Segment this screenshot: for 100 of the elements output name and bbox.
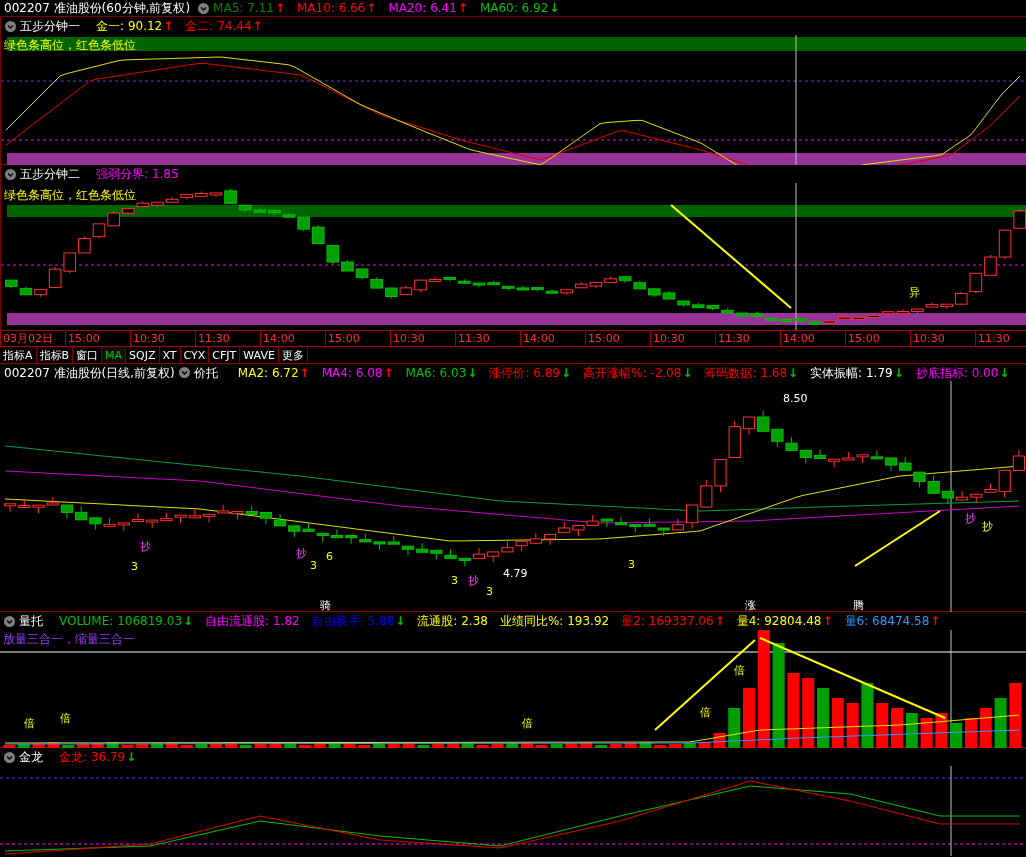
indicator-tab[interactable]: CYX xyxy=(180,347,210,363)
candlestick xyxy=(430,549,443,560)
indicator-value: MA6: 6.03 xyxy=(405,364,467,382)
indicator-value: MA10: 6.66 xyxy=(296,0,366,17)
candlestick xyxy=(941,490,954,505)
indicator-value: 流通股: 2.38 xyxy=(417,613,488,630)
time-axis-label: 15:00 xyxy=(65,331,130,346)
trend-arrow: ↓ xyxy=(549,0,560,17)
candlestick xyxy=(259,512,272,525)
candlestick xyxy=(648,288,661,298)
candlestick xyxy=(131,513,145,522)
candlestick xyxy=(529,532,542,544)
collapse-icon[interactable] xyxy=(178,367,190,378)
collapse-icon[interactable] xyxy=(5,20,16,32)
candlestick xyxy=(316,532,329,542)
time-axis-label: 15:00 xyxy=(585,331,650,346)
chart-label: 6 xyxy=(326,551,333,562)
candlestick xyxy=(444,548,457,559)
indicator-value: 自由换手: 5.88 xyxy=(311,613,395,630)
trend-arrow: ↓ xyxy=(183,613,194,630)
candlestick xyxy=(401,545,415,556)
trend-arrow: ↓ xyxy=(395,613,406,630)
candlestick xyxy=(757,410,770,432)
indicator-value: 业绩同比%: 193.92 xyxy=(499,613,610,630)
indicator-value: MA20: 6.41 xyxy=(388,0,457,17)
indicator-value: 量2: 169337.06 xyxy=(621,613,714,630)
candlestick xyxy=(160,512,173,522)
indicator-tab[interactable]: 更多 xyxy=(278,347,308,363)
collapse-icon[interactable] xyxy=(5,168,16,180)
candlestick xyxy=(657,527,670,537)
candlestick xyxy=(799,449,812,464)
collapse-icon[interactable] xyxy=(198,2,210,14)
candlestick xyxy=(458,557,471,567)
candlestick xyxy=(501,541,514,553)
indicator-tab[interactable]: WAVE xyxy=(240,347,279,363)
panel-title: 五步分钟二 xyxy=(20,166,80,183)
candlestick xyxy=(927,474,940,494)
candlestick xyxy=(842,451,855,461)
panel-title: 价托 xyxy=(193,364,218,382)
candlestick xyxy=(899,456,912,471)
candlestick xyxy=(5,279,18,289)
candlestick xyxy=(813,448,827,459)
candlestick xyxy=(387,535,400,545)
candlestick xyxy=(714,459,727,493)
chart-label: 8.50 xyxy=(783,393,808,404)
trend-arrow: ↑ xyxy=(714,613,725,630)
candlestick xyxy=(384,287,398,300)
candlestick xyxy=(558,521,571,533)
trend-arrow: ↑ xyxy=(274,0,285,17)
indicator-value: MA4: 6.08 xyxy=(321,364,383,382)
candlestick xyxy=(856,454,869,464)
candlestick xyxy=(614,516,628,526)
panel-note: 绿色条高位，红色条低位 xyxy=(4,187,136,204)
candlestick xyxy=(913,471,926,488)
indicator-value: 抄底指标: 0.00 xyxy=(915,364,999,382)
candlestick xyxy=(146,519,159,529)
indicator-tab[interactable]: 指标A xyxy=(0,347,37,363)
indicator-tab[interactable]: XT xyxy=(159,347,181,363)
candlestick xyxy=(355,268,369,281)
indicator-value: 金龙: 36.79 xyxy=(59,749,126,766)
chart-label: 3 xyxy=(451,575,458,586)
collapse-icon[interactable] xyxy=(4,751,15,763)
indicator-value: 量4: 92804.48 xyxy=(736,613,822,630)
trend-arrow: ↑ xyxy=(366,0,377,17)
candlestick xyxy=(288,525,301,538)
collapse-icon[interactable] xyxy=(4,615,15,627)
candlestick xyxy=(78,236,91,254)
chart-label: 抄 xyxy=(965,513,976,524)
chart-title: 002207 准油股份(60分钟,前复权) xyxy=(4,0,191,17)
time-axis-label: 15:00 xyxy=(845,331,910,346)
candlestick xyxy=(311,224,325,245)
indicator-tab[interactable]: 指标B xyxy=(36,347,74,363)
indicator-tab[interactable]: SQJZ xyxy=(126,347,160,363)
candlestick xyxy=(202,513,216,523)
indicator-value: 金一: 90.12 xyxy=(96,18,163,35)
indicator-value: 实体振幅: 1.79 xyxy=(810,364,893,382)
trend-arrow: ↑ xyxy=(930,613,941,630)
chart-label: 骑 xyxy=(320,600,331,611)
panel-note: 放量三合一，缩量三合一 xyxy=(3,631,135,648)
candlestick xyxy=(359,533,372,543)
trend-arrow: ↓ xyxy=(788,364,799,382)
candlestick xyxy=(472,547,486,559)
trend-arrow: ↓ xyxy=(126,749,137,766)
candlestick xyxy=(273,513,287,527)
indicator-tab[interactable]: CFJT xyxy=(209,347,241,363)
candlestick xyxy=(955,490,969,501)
indicator-value: 量6: 68474.58 xyxy=(844,613,930,630)
chart-label: 3 xyxy=(131,561,138,572)
chart-label: 倍 xyxy=(24,718,35,729)
candlestick xyxy=(245,505,258,515)
candlestick xyxy=(370,277,383,289)
trend-arrow: ↑ xyxy=(252,18,263,35)
chart-label: 倍 xyxy=(522,718,533,729)
time-axis-label: 11:30 xyxy=(455,331,520,346)
candlestick xyxy=(92,223,106,240)
candlestick xyxy=(174,514,187,524)
indicator-value: MA2: 6.72 xyxy=(237,364,299,382)
panel-note: 绿色条高位，红色条低位 xyxy=(4,37,136,54)
chart-label: 抄 xyxy=(296,548,307,559)
indicator-tab[interactable]: MA xyxy=(102,347,127,363)
